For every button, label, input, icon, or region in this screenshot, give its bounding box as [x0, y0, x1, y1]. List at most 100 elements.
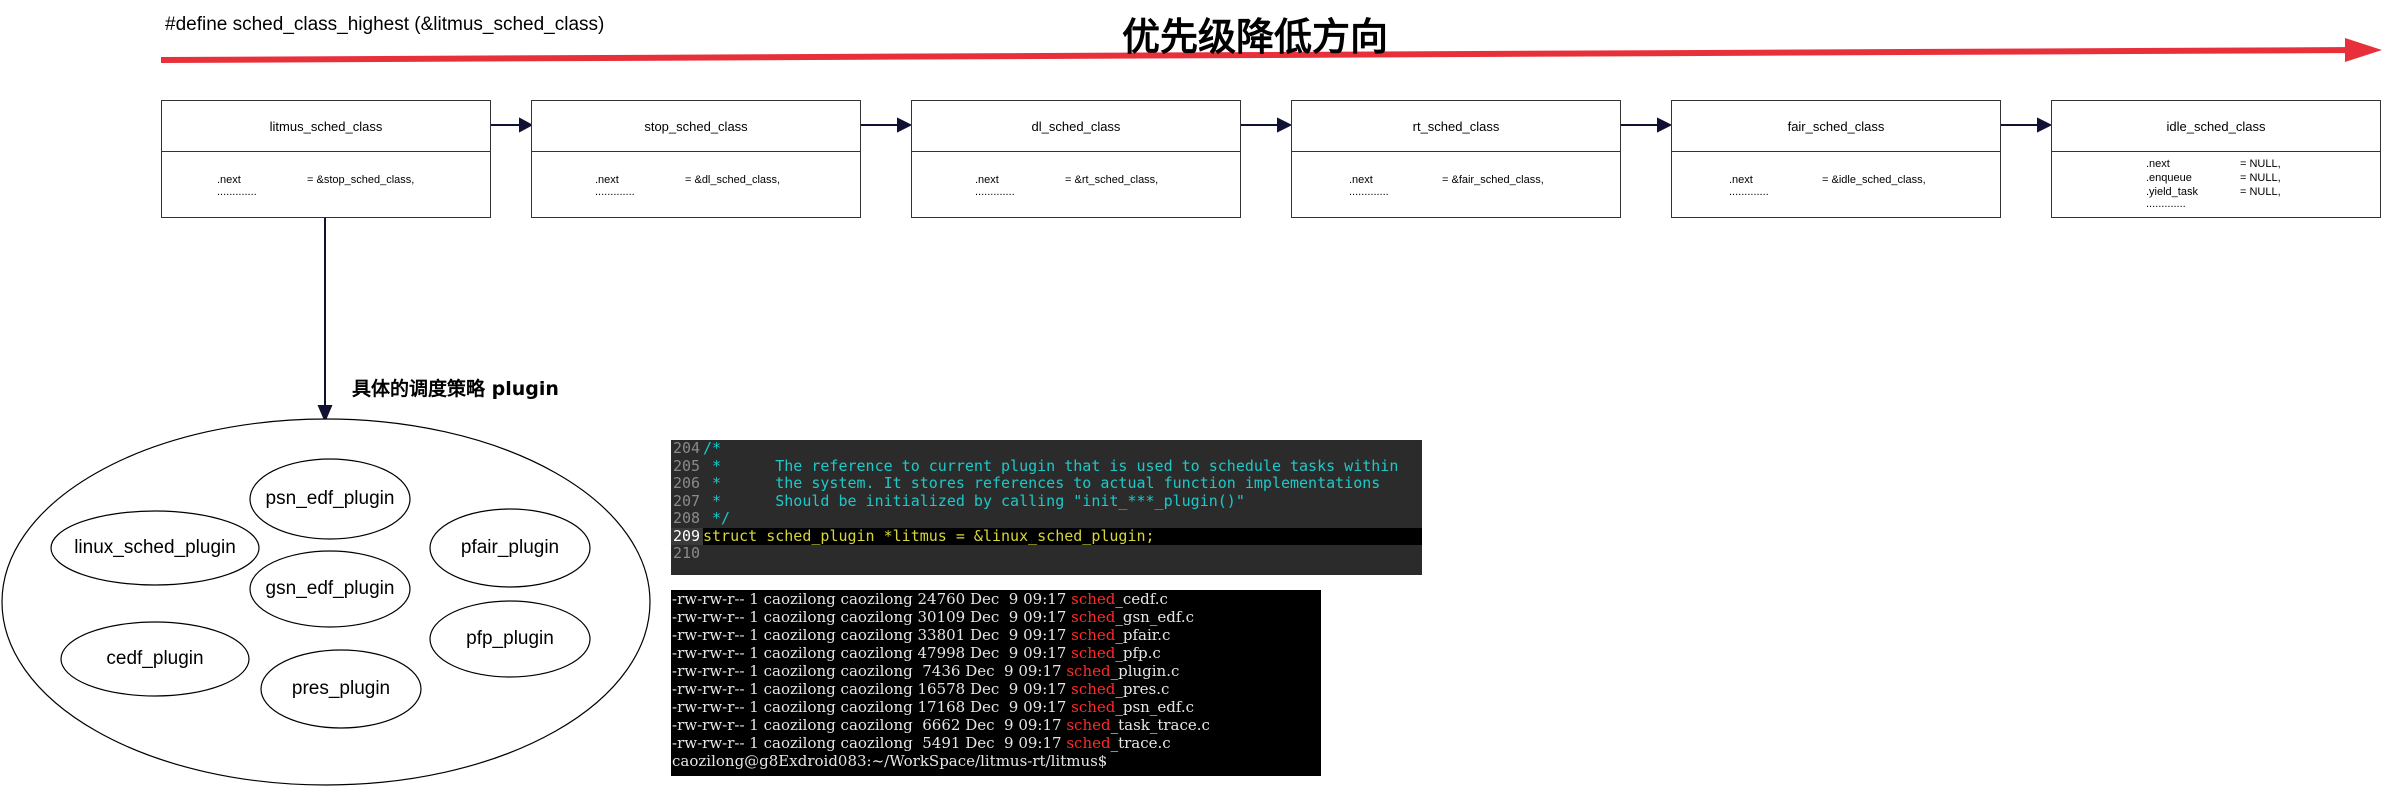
field-ellipsis: .............	[2146, 198, 2186, 210]
plugin-name-linux-sched: linux_sched_plugin	[74, 537, 236, 558]
class-box-idle: idle_sched_class .next = NULL, .enqueue …	[2051, 100, 2381, 218]
file-name-suffix: _plugin.c	[1110, 662, 1180, 680]
field-key: .enqueue	[2146, 172, 2192, 184]
terminal-file-row: -rw-rw-r-- 1 caozilong caozilong 16578 D…	[671, 680, 1321, 698]
class-name: idle_sched_class	[2052, 101, 2380, 152]
line-number: 204	[673, 440, 701, 457]
file-name-suffix: _pres.c	[1115, 680, 1170, 698]
class-box-dl: dl_sched_class .next = &rt_sched_class, …	[911, 100, 1241, 218]
file-name-suffix: _pfair.c	[1115, 626, 1171, 644]
terminal-file-row: -rw-rw-r-- 1 caozilong caozilong 24760 D…	[671, 590, 1321, 608]
field-value: = &idle_sched_class,	[1822, 174, 1926, 186]
class-box-fair: fair_sched_class .next = &idle_sched_cla…	[1671, 100, 2001, 218]
priority-direction-title: 优先级降低方向	[1122, 15, 1389, 59]
file-name-suffix: _psn_edf.c	[1115, 698, 1195, 716]
line-number: 205	[673, 456, 701, 475]
code-text: * Should be initialized by calling "init…	[703, 491, 1245, 510]
field-value: = NULL,	[2240, 158, 2281, 170]
class-box-stop: stop_sched_class .next = &dl_sched_class…	[531, 100, 861, 218]
terminal-file-row: -rw-rw-r-- 1 caozilong caozilong 6662 De…	[671, 716, 1321, 734]
field-key: .next	[2146, 158, 2170, 170]
code-text: * the system. It stores references to ac…	[703, 474, 1381, 492]
line-number: 208	[673, 509, 701, 527]
class-box-litmus: litmus_sched_class .next = &stop_sched_c…	[161, 100, 491, 218]
field-value: = NULL,	[2240, 172, 2281, 184]
plugin-link-arrow	[317, 218, 333, 423]
file-name-prefix: sched	[1071, 608, 1116, 626]
file-meta: -rw-rw-r-- 1 caozilong caozilong 47998 D…	[672, 644, 1072, 662]
terminal-file-row: -rw-rw-r-- 1 caozilong caozilong 7436 De…	[671, 662, 1321, 680]
file-name-prefix: sched	[1071, 590, 1116, 608]
file-meta: -rw-rw-r-- 1 caozilong caozilong 17168 D…	[672, 698, 1072, 716]
class-box-rt: rt_sched_class .next = &fair_sched_class…	[1291, 100, 1621, 218]
file-name-suffix: _trace.c	[1110, 734, 1171, 752]
file-meta: -rw-rw-r-- 1 caozilong caozilong 5491 De…	[672, 734, 1067, 752]
file-meta: -rw-rw-r-- 1 caozilong caozilong 24760 D…	[672, 590, 1072, 608]
code-line: 208 */	[671, 509, 1422, 528]
code-text: /*	[703, 440, 722, 457]
field-value: = &dl_sched_class,	[685, 174, 781, 186]
define-macro-text: #define sched_class_highest (&litmus_sch…	[165, 14, 605, 35]
file-name-prefix: sched	[1071, 644, 1116, 662]
field-value: = &rt_sched_class,	[1065, 174, 1159, 186]
file-name-prefix: sched	[1066, 716, 1111, 734]
file-name-prefix: sched	[1071, 698, 1116, 716]
priority-direction-arrowhead	[2345, 38, 2382, 62]
code-line: 206 * the system. It stores references t…	[671, 474, 1422, 493]
plugin-name-gsn-edf: gsn_edf_plugin	[265, 578, 395, 599]
class-fields: .next = &rt_sched_class, .............	[912, 152, 1240, 220]
terminal-file-row: -rw-rw-r-- 1 caozilong caozilong 5491 De…	[671, 734, 1321, 752]
code-line: 210	[671, 544, 1422, 563]
terminal-file-row: -rw-rw-r-- 1 caozilong caozilong 33801 D…	[671, 626, 1321, 644]
terminal-file-row: -rw-rw-r-- 1 caozilong caozilong 17168 D…	[671, 698, 1321, 716]
code-line: 204/*	[671, 440, 1422, 458]
field-ellipsis: .............	[1349, 186, 1389, 198]
terminal-listing: -rw-rw-r-- 1 caozilong caozilong 24760 D…	[671, 590, 1321, 776]
field-value: = &stop_sched_class,	[307, 174, 415, 186]
plugin-section-label: 具体的调度策略 plugin	[352, 378, 559, 400]
plugin-name-pres: pres_plugin	[291, 678, 391, 699]
class-name: fair_sched_class	[1672, 101, 2000, 152]
code-line-highlighted: 209 struct sched_plugin *litmus = &linux_…	[671, 526, 1422, 545]
file-name-suffix: _cedf.c	[1115, 590, 1168, 608]
file-meta: -rw-rw-r-- 1 caozilong caozilong 30109 D…	[672, 608, 1072, 626]
file-name-suffix: _pfp.c	[1115, 644, 1161, 662]
field-ellipsis: .............	[595, 186, 635, 198]
file-name-prefix: sched	[1066, 734, 1111, 752]
terminal-prompt: caozilong@g8Exdroid083:~/WorkSpace/litmu…	[672, 752, 1108, 770]
code-editor-snippet: 204/* 205 * The reference to current plu…	[671, 440, 1422, 575]
file-meta: -rw-rw-r-- 1 caozilong caozilong 6662 De…	[672, 716, 1067, 734]
class-fields: .next = &stop_sched_class, .............	[162, 152, 490, 220]
class-fields: .next = &idle_sched_class, .............	[1672, 152, 2000, 220]
line-number: 210	[673, 544, 701, 562]
code-text: * The reference to current plugin that i…	[703, 456, 1399, 475]
class-name: stop_sched_class	[532, 101, 860, 152]
class-fields: .next = &dl_sched_class, .............	[532, 152, 860, 220]
file-meta: -rw-rw-r-- 1 caozilong caozilong 16578 D…	[672, 680, 1072, 698]
field-ellipsis: .............	[975, 186, 1015, 198]
code-text: */	[703, 509, 731, 527]
class-fields: .next = NULL, .enqueue = NULL, .yield_ta…	[2052, 152, 2380, 220]
file-meta: -rw-rw-r-- 1 caozilong caozilong 33801 D…	[672, 626, 1072, 644]
field-ellipsis: .............	[1729, 186, 1769, 198]
file-name-suffix: _task_trace.c	[1110, 716, 1210, 734]
line-number: 207	[673, 491, 701, 510]
class-name: dl_sched_class	[912, 101, 1240, 152]
plugin-name-pfair: pfair_plugin	[460, 537, 560, 558]
file-name-prefix: sched	[1071, 626, 1116, 644]
class-name: rt_sched_class	[1292, 101, 1620, 152]
field-value: = &fair_sched_class,	[1442, 174, 1544, 186]
class-name: litmus_sched_class	[162, 101, 490, 152]
code-line: 207 * Should be initialized by calling "…	[671, 491, 1422, 511]
file-name-suffix: _gsn_edf.c	[1115, 608, 1195, 626]
class-fields: .next = &fair_sched_class, .............	[1292, 152, 1620, 220]
plugin-name-cedf: cedf_plugin	[106, 648, 204, 669]
code-text: struct sched_plugin *litmus = &linux_sch…	[703, 526, 1155, 545]
plugin-name-psn-edf: psn_edf_plugin	[265, 488, 395, 509]
field-value: = NULL,	[2240, 186, 2281, 198]
code-line: 205 * The reference to current plugin th…	[671, 456, 1422, 476]
file-name-prefix: sched	[1066, 662, 1111, 680]
line-number: 206	[673, 474, 701, 492]
plugin-name-pfp: pfp_plugin	[466, 628, 554, 649]
file-meta: -rw-rw-r-- 1 caozilong caozilong 7436 De…	[672, 662, 1067, 680]
